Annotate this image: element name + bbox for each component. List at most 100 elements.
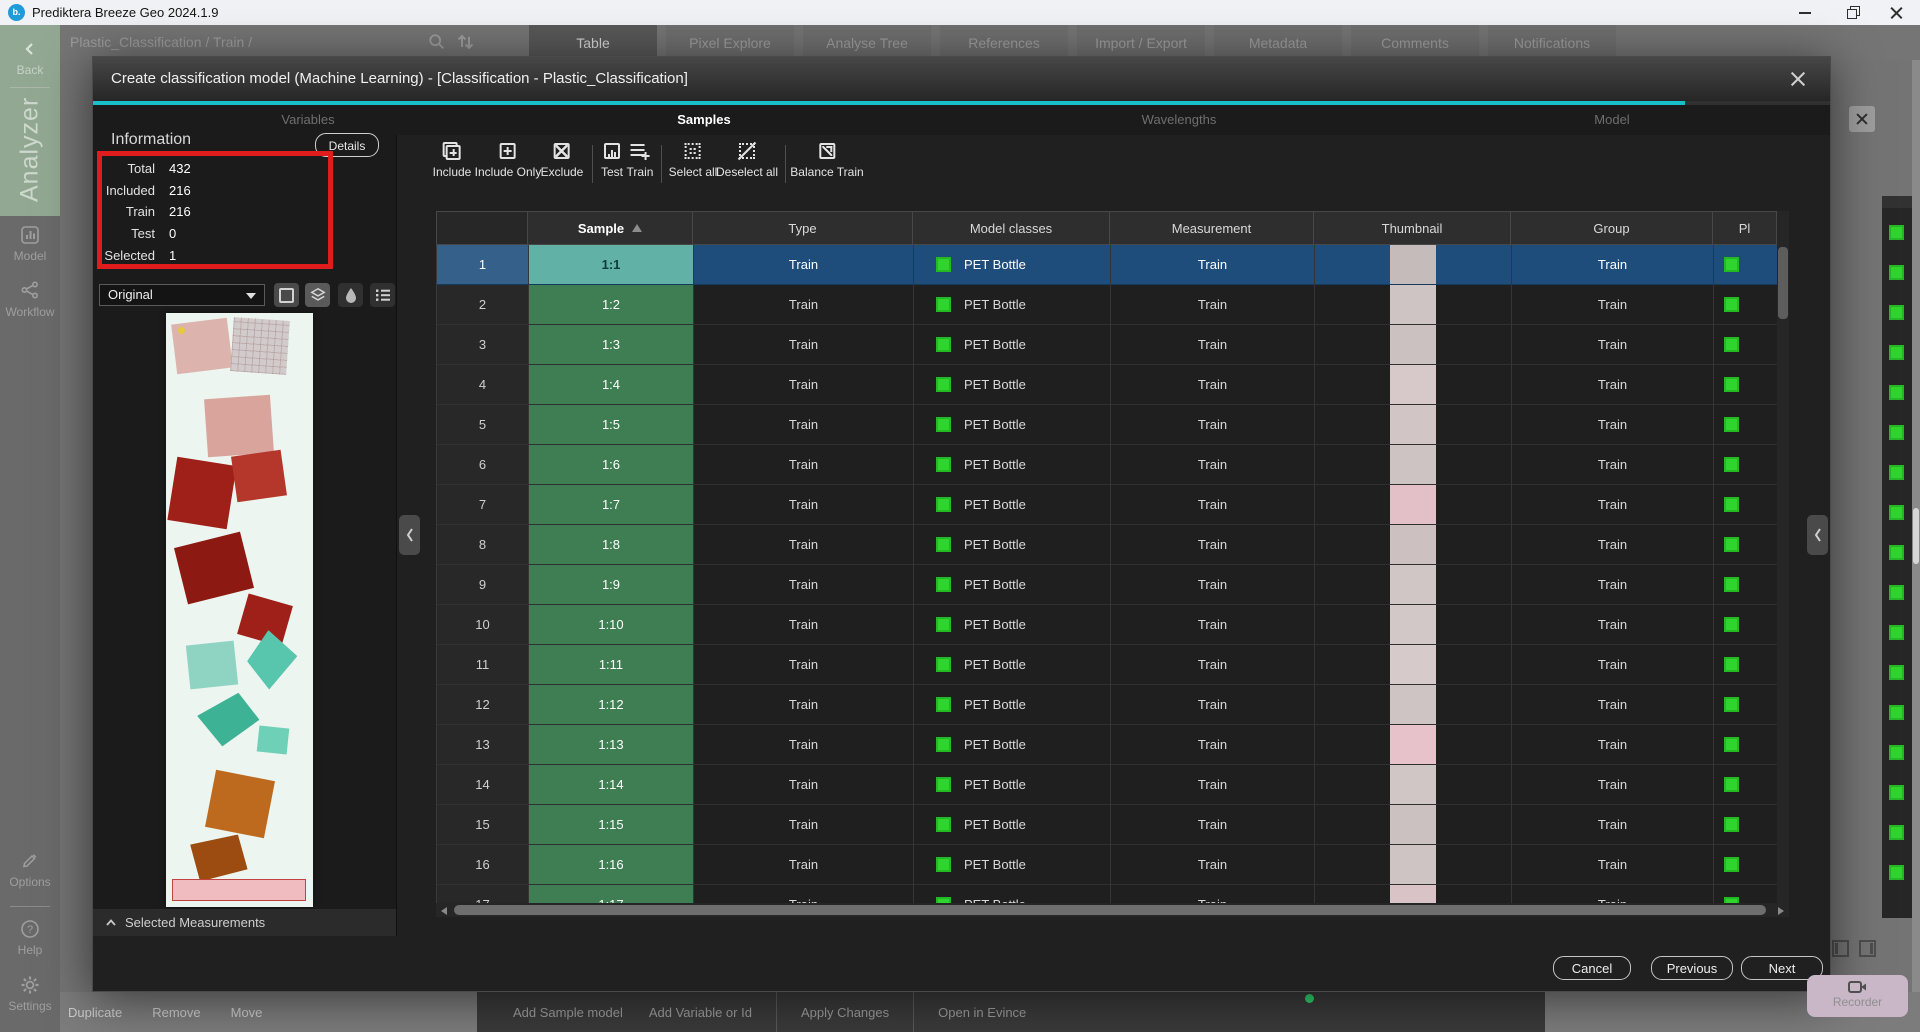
dialog-tab-wavelengths[interactable]: Wavelengths [1142, 105, 1217, 135]
table-row[interactable]: 8 1:8 Train PET Bottle Train Train [437, 525, 1789, 565]
toolbar-select-all-button[interactable]: Select all [669, 141, 717, 179]
column-header-row-number[interactable] [436, 211, 528, 245]
collapse-right-panel-handle[interactable] [1807, 515, 1828, 555]
sample-cell[interactable]: 1:7 [529, 485, 694, 525]
table-vertical-scrollbar[interactable] [1777, 211, 1789, 903]
dialog-tab-variables[interactable]: Variables [281, 105, 334, 135]
table-row[interactable]: 9 1:9 Train PET Bottle Train Train [437, 565, 1789, 605]
bottom-action-add-sample-model[interactable]: Add Sample model [513, 1005, 623, 1020]
sample-cell[interactable]: 1:9 [529, 565, 694, 605]
contrast-view-button[interactable] [338, 283, 363, 307]
table-horizontal-scrollbar[interactable] [436, 903, 1789, 917]
table-row[interactable]: 2 1:2 Train PET Bottle Train Train [437, 285, 1789, 325]
toolbar-deselect-all-button[interactable]: Deselect all [716, 141, 778, 179]
scroll-left-icon[interactable] [441, 907, 447, 915]
list-view-button[interactable] [370, 283, 395, 307]
panel-close-icon[interactable] [1849, 106, 1875, 132]
table-row[interactable]: 13 1:13 Train PET Bottle Train Train [437, 725, 1789, 765]
scroll-right-icon[interactable] [1778, 907, 1784, 915]
collapse-left-panel-handle[interactable] [399, 515, 420, 555]
column-header-model-classes[interactable]: Model classes [913, 211, 1110, 245]
sample-cell[interactable]: 1:13 [529, 725, 694, 765]
column-header-thumbnail[interactable]: Thumbnail [1314, 211, 1511, 245]
toolbar-balance-train-button[interactable]: Balance Train [790, 141, 864, 179]
sample-cell[interactable]: 1:15 [529, 805, 694, 845]
bottom-action-duplicate[interactable]: Duplicate [68, 1005, 122, 1020]
table-row[interactable]: 15 1:15 Train PET Bottle Train Train [437, 805, 1789, 845]
sidebar-item-settings[interactable]: Settings [0, 975, 60, 1013]
nav-tab-analyse-tree[interactable]: Analyse Tree [803, 25, 931, 60]
table-row[interactable]: 6 1:6 Train PET Bottle Train Train [437, 445, 1789, 485]
sidebar-item-model[interactable]: Model [0, 225, 60, 263]
dock-right-icon[interactable] [1859, 940, 1876, 957]
toolbar-train-button[interactable]: Train [627, 141, 653, 179]
table-row[interactable]: 3 1:3 Train PET Bottle Train Train [437, 325, 1789, 365]
back-button[interactable]: Back [0, 63, 60, 77]
recorder-button[interactable]: Recorder [1807, 975, 1908, 1017]
column-header-pl[interactable]: Pl [1713, 211, 1777, 245]
sort-arrows-icon[interactable] [456, 33, 476, 56]
bottom-action-remove[interactable]: Remove [152, 1005, 200, 1020]
table-row[interactable]: 5 1:5 Train PET Bottle Train Train [437, 405, 1789, 445]
details-button[interactable]: Details [315, 133, 379, 157]
sample-cell[interactable]: 1:3 [529, 325, 694, 365]
right-scrollbar[interactable] [1912, 60, 1920, 992]
layers-view-button[interactable] [305, 283, 330, 307]
sidebar-item-help[interactable]: ? Help [0, 919, 60, 957]
sample-cell[interactable]: 1:2 [529, 285, 694, 325]
search-icon[interactable] [428, 33, 446, 56]
sample-cell[interactable]: 1:8 [529, 525, 694, 565]
column-header-measurement[interactable]: Measurement [1110, 211, 1314, 245]
toolbar-exclude-button[interactable]: Exclude [541, 141, 583, 179]
table-row[interactable]: 7 1:7 Train PET Bottle Train Train [437, 485, 1789, 525]
table-row[interactable]: 171:17TrainPET BottleTrainTrain [437, 885, 1789, 903]
sample-cell[interactable]: 1:11 [529, 645, 694, 685]
sample-cell[interactable]: 1:17 [529, 885, 694, 903]
sidebar-item-options[interactable]: Options [0, 851, 60, 889]
dialog-close-icon[interactable] [1788, 69, 1808, 89]
nav-tab-pixel-explore[interactable]: Pixel Explore [666, 25, 794, 60]
scrollbar-thumb[interactable] [1778, 247, 1788, 319]
dialog-tab-model[interactable]: Model [1594, 105, 1629, 135]
dialog-tab-samples[interactable]: Samples [677, 105, 730, 135]
cancel-button[interactable]: Cancel [1553, 956, 1631, 980]
table-row[interactable]: 14 1:14 Train PET Bottle Train Train [437, 765, 1789, 805]
table-row[interactable]: 12 1:12 Train PET Bottle Train Train [437, 685, 1789, 725]
frame-view-button[interactable] [274, 283, 299, 307]
scrollbar-thumb[interactable] [1913, 508, 1919, 564]
toolbar-include-button[interactable]: Include [433, 141, 471, 179]
sidebar-item-workflow[interactable]: Workflow [0, 281, 60, 319]
sample-cell[interactable]: 1:14 [529, 765, 694, 805]
toolbar-include-only-button[interactable]: Include Only [475, 141, 541, 179]
column-header-type[interactable]: Type [693, 211, 913, 245]
nav-tab-metadata[interactable]: Metadata [1214, 25, 1342, 60]
close-window-icon[interactable] [1874, 0, 1920, 25]
minimize-icon[interactable] [1782, 0, 1828, 25]
restore-icon[interactable] [1828, 0, 1874, 25]
nav-tab-references[interactable]: References [940, 25, 1068, 60]
bottom-action-apply-changes[interactable]: Apply Changes [801, 1005, 889, 1020]
bottom-action-add-variable-or-id[interactable]: Add Variable or Id [649, 1005, 752, 1020]
view-dropdown[interactable]: Original [99, 284, 265, 306]
dock-left-icon[interactable] [1832, 940, 1849, 957]
table-row[interactable]: 11 1:11 Train PET Bottle Train Train [437, 645, 1789, 685]
nav-tab-import-export[interactable]: Import / Export [1077, 25, 1205, 60]
table-row[interactable]: 16 1:16 Train PET Bottle Train Train [437, 845, 1789, 885]
scrollbar-thumb[interactable] [454, 905, 1766, 915]
sample-cell[interactable]: 1:16 [529, 845, 694, 885]
breadcrumb[interactable]: Plastic_Classification / Train / [70, 25, 252, 60]
sample-cell[interactable]: 1:4 [529, 365, 694, 405]
sample-cell[interactable]: 1:6 [529, 445, 694, 485]
nav-tab-comments[interactable]: Comments [1351, 25, 1479, 60]
bottom-action-move[interactable]: Move [231, 1005, 263, 1020]
table-row[interactable]: 1 1:1 Train PET Bottle Train Train [437, 245, 1789, 285]
table-row[interactable]: 4 1:4 Train PET Bottle Train Train [437, 365, 1789, 405]
table-row[interactable]: 10 1:10 Train PET Bottle Train Train [437, 605, 1789, 645]
sample-cell[interactable]: 1:10 [529, 605, 694, 645]
nav-tab-table[interactable]: Table [529, 25, 657, 60]
sample-cell[interactable]: 1:12 [529, 685, 694, 725]
sample-cell[interactable]: 1:1 [529, 245, 694, 285]
back-chevron-icon[interactable] [0, 41, 60, 62]
column-header-sample[interactable]: Sample [528, 211, 693, 245]
column-header-group[interactable]: Group [1511, 211, 1713, 245]
